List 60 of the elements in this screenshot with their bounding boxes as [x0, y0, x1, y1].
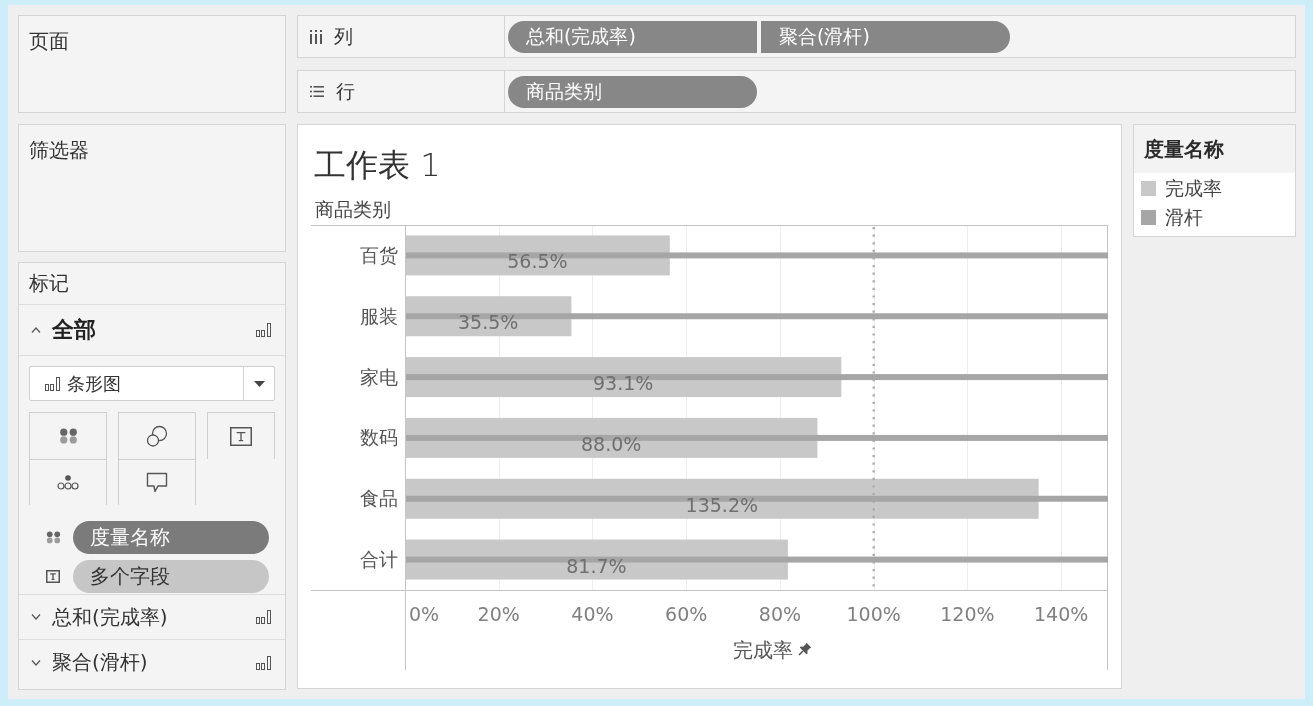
value-label: 35.5% — [458, 311, 519, 334]
value-label: 81.7% — [566, 554, 627, 577]
category-label: 家电 — [360, 366, 398, 388]
caret-icon — [253, 380, 265, 387]
dots-icon — [58, 427, 78, 445]
category-label: 食品 — [360, 488, 398, 510]
mark-property-button[interactable] — [118, 459, 196, 505]
marks-layer-header[interactable]: 总和(完成率) — [19, 595, 285, 640]
dots-icon — [45, 531, 61, 544]
category-label: 服装 — [360, 305, 398, 327]
row-header-label: 商品类别 — [314, 198, 391, 222]
axis-tick-label: 140% — [1033, 603, 1089, 625]
bar-chart-icon — [256, 655, 271, 670]
circles-icon — [146, 425, 168, 447]
axis-tick-label: 60% — [665, 603, 708, 625]
mark-property-button[interactable] — [29, 459, 107, 505]
rows-icon — [310, 86, 324, 97]
marks-layer-header[interactable]: 聚合(滑杆) — [19, 640, 285, 685]
mark-property-button[interactable] — [207, 412, 275, 459]
axis-tick-label: 40% — [571, 603, 614, 625]
columns-icon — [310, 29, 322, 44]
legend-label: 完成率 — [1165, 175, 1222, 201]
shelf-label: 列 — [334, 23, 353, 49]
axis-tick-label: 80% — [758, 603, 802, 625]
dot-cluster-icon — [57, 475, 79, 490]
value-label: 56.5% — [507, 250, 568, 273]
mark-property-button[interactable] — [29, 412, 107, 459]
category-label: 数码 — [360, 427, 398, 449]
speech-bubble-icon — [146, 472, 168, 493]
marks-layer-header[interactable]: 全部 — [19, 305, 285, 356]
field-pill[interactable]: 商品类别 — [508, 75, 757, 108]
pin-icon — [799, 642, 812, 655]
category-label: 合计 — [360, 549, 398, 571]
field-pill[interactable]: 总和(完成率) — [508, 20, 757, 53]
mark-type-dropdown[interactable]: 条形图 — [29, 366, 275, 401]
axis-tick-label: 20% — [477, 603, 520, 625]
mark-property-button[interactable] — [118, 412, 196, 459]
legend-label: 滑杆 — [1165, 204, 1203, 230]
category-label: 百货 — [360, 244, 398, 266]
value-label: 88.0% — [581, 432, 642, 455]
shelf-title: 筛选器 — [29, 137, 89, 163]
value-label: 135.2% — [685, 493, 759, 516]
text-box-icon — [46, 570, 60, 583]
shelf-label: 行 — [336, 78, 355, 104]
axis-tick-label: 100% — [846, 603, 901, 625]
legend-title: 度量名称 — [1144, 135, 1224, 163]
axis-title: 完成率 — [733, 639, 793, 661]
text-box-icon — [230, 426, 252, 446]
bar-chart-icon — [256, 610, 271, 624]
axis-tick-label: 120% — [940, 603, 995, 625]
value-label: 93.1% — [593, 372, 654, 395]
card-title: 标记 — [29, 270, 69, 297]
field-pill[interactable]: 聚合(滑杆) — [761, 20, 1010, 53]
shelf-title: 页面 — [29, 28, 69, 54]
bar-chart-icon — [45, 376, 60, 391]
axis-tick-label: 0% — [409, 603, 440, 625]
bar-chart-icon — [256, 323, 271, 337]
field-pill[interactable]: 多个字段 — [73, 560, 269, 593]
field-pill[interactable]: 度量名称 — [73, 521, 269, 554]
sheet-title: 工作表 1 — [313, 145, 441, 185]
